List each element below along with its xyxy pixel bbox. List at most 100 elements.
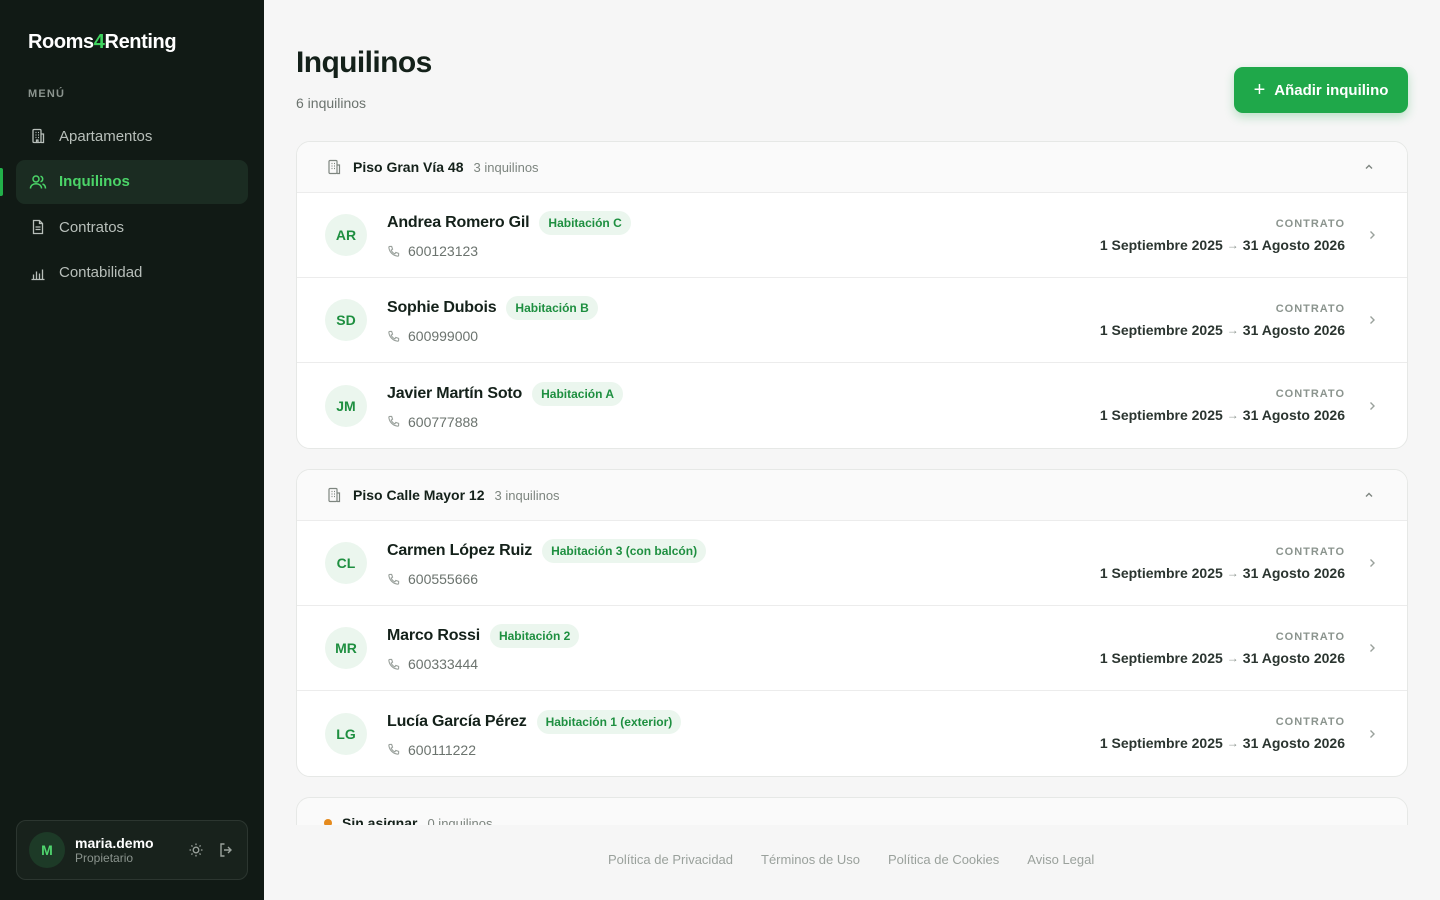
- tenant-groups-list: Piso Gran Vía 48 3 inquilinos AR Andrea …: [296, 141, 1408, 825]
- tenant-row[interactable]: AR Andrea Romero Gil Habitación C 600123…: [297, 193, 1407, 278]
- arrow-right-icon: →: [1226, 736, 1239, 750]
- sidebar-item-contratos[interactable]: Contratos: [16, 205, 248, 249]
- sidebar-item-label: Contabilidad: [59, 264, 143, 281]
- contract-label: CONTRATO: [1275, 716, 1345, 728]
- contract-info: CONTRATO 1 Septiembre 2025 → 31 Agosto 2…: [1100, 716, 1345, 751]
- chevron-right-icon[interactable]: [1365, 399, 1379, 413]
- contract-start: 1 Septiembre 2025: [1099, 735, 1223, 751]
- group-header[interactable]: Piso Calle Mayor 12 3 inquilinos: [297, 470, 1407, 521]
- theme-toggle-sun-icon[interactable]: [187, 841, 205, 859]
- avatar: AR: [325, 214, 367, 256]
- tenant-name: Carmen López Ruiz: [387, 542, 533, 559]
- tenant-name: Lucía García Pérez: [387, 712, 527, 730]
- room-badge: Habitación A: [532, 381, 624, 406]
- tenant-phone: 600999000: [408, 328, 479, 344]
- document-icon: [29, 218, 47, 236]
- contract-start: 1 Septiembre 2025: [1099, 564, 1223, 581]
- tenant-name: Andrea Romero Gil: [387, 214, 530, 231]
- contract-end: 31 Agosto 2026: [1242, 735, 1345, 751]
- contract-start: 1 Septiembre 2025: [1099, 321, 1223, 338]
- unassigned-group: Sin asignar 0 inquilinos: [296, 797, 1408, 825]
- room-badge: Habitación 2: [489, 624, 580, 648]
- tenant-row[interactable]: JM Javier Martín Soto Habitación A 60077…: [297, 363, 1407, 448]
- contract-info: CONTRATO 1 Septiembre 2025 → 31 Agosto 2…: [1100, 631, 1345, 666]
- sidebar-item-label: Apartamentos: [59, 127, 153, 145]
- chevron-right-icon[interactable]: [1365, 228, 1379, 242]
- chevron-up-icon[interactable]: [1361, 487, 1377, 503]
- group-header[interactable]: Sin asignar 0 inquilinos: [297, 798, 1407, 825]
- footer-link-legal[interactable]: Aviso Legal: [1027, 852, 1094, 867]
- menu-label: MENÚ: [28, 88, 66, 100]
- sidebar: Rooms4Renting MENÚ Apartamentos Inquilin…: [0, 0, 264, 900]
- avatar: SD: [325, 299, 367, 341]
- chevron-right-icon[interactable]: [1365, 556, 1379, 570]
- sidebar-nav: Apartamentos Inquilinos Contratos Contab…: [0, 114, 248, 296]
- tenant-total-count: 6 inquilinos: [296, 95, 367, 111]
- tenant-phone: 600123123: [408, 243, 479, 259]
- tenant-row[interactable]: CL Carmen López Ruiz Habitación 3 (con b…: [297, 521, 1407, 606]
- building-icon: [327, 159, 343, 175]
- contract-info: CONTRATO 1 Septiembre 2025 → 31 Agosto 2…: [1100, 303, 1345, 338]
- phone-icon: [387, 245, 400, 258]
- footer-link-terms[interactable]: Términos de Uso: [761, 852, 860, 867]
- arrow-right-icon: →: [1226, 408, 1239, 422]
- contract-label: CONTRATO: [1275, 302, 1345, 315]
- contract-start: 1 Septiembre 2025: [1099, 407, 1223, 423]
- plus-icon: +: [1253, 79, 1266, 101]
- user-card: M maria.demo Propietario: [16, 820, 248, 880]
- main-content: Inquilinos 6 inquilinos + Añadir inquili…: [264, 0, 1440, 900]
- arrow-right-icon: →: [1226, 322, 1239, 337]
- footer: Política de Privacidad Términos de Uso P…: [608, 852, 1094, 867]
- contract-label: CONTRATO: [1275, 630, 1345, 643]
- phone-icon: [387, 658, 400, 671]
- group-header[interactable]: Piso Gran Vía 48 3 inquilinos: [297, 142, 1407, 193]
- sidebar-item-label: Contratos: [59, 218, 125, 236]
- contract-start: 1 Septiembre 2025: [1099, 649, 1223, 666]
- footer-link-privacy[interactable]: Política de Privacidad: [608, 852, 733, 867]
- sidebar-item-inquilinos[interactable]: Inquilinos: [0, 159, 248, 204]
- tenant-phone: 600111222: [408, 741, 476, 758]
- tenant-row[interactable]: LG Lucía García Pérez Habitación 1 (exte…: [297, 691, 1407, 776]
- footer-link-cookies[interactable]: Política de Cookies: [888, 852, 999, 867]
- contract-end: 31 Agosto 2026: [1242, 564, 1345, 581]
- arrow-right-icon: →: [1226, 565, 1239, 580]
- tenant-phone: 600555666: [408, 571, 479, 587]
- tenant-row[interactable]: MR Marco Rossi Habitación 2 600333444 CO…: [297, 606, 1407, 691]
- contract-start: 1 Septiembre 2025: [1099, 236, 1223, 253]
- contract-label: CONTRATO: [1275, 217, 1345, 230]
- chevron-up-icon[interactable]: [1361, 159, 1377, 175]
- contract-end: 31 Agosto 2026: [1242, 407, 1345, 423]
- sidebar-item-apartamentos[interactable]: Apartamentos: [16, 114, 248, 158]
- arrow-right-icon: →: [1226, 237, 1239, 252]
- tenant-name: Javier Martín Soto: [387, 384, 523, 402]
- contract-info: CONTRATO 1 Septiembre 2025 → 31 Agosto 2…: [1100, 388, 1345, 423]
- logout-icon[interactable]: [217, 841, 235, 859]
- room-badge: Habitación 3 (con balcón): [542, 539, 707, 563]
- users-icon: [29, 173, 47, 191]
- chevron-right-icon[interactable]: [1365, 641, 1379, 655]
- status-dot: [324, 819, 332, 825]
- group-count: 3 inquilinos: [494, 487, 560, 503]
- brand-logo[interactable]: Rooms4Renting: [28, 31, 177, 54]
- user-role: Propietario: [75, 850, 134, 865]
- group-name: Piso Calle Mayor 12: [353, 487, 485, 503]
- property-group: Piso Calle Mayor 12 3 inquilinos CL Carm…: [296, 469, 1408, 777]
- sidebar-item-label: Inquilinos: [59, 173, 130, 190]
- room-badge: Habitación 1 (exterior): [536, 709, 682, 734]
- chevron-right-icon[interactable]: [1365, 313, 1379, 327]
- avatar: LG: [325, 712, 367, 755]
- avatar: CL: [325, 542, 367, 584]
- bar-chart-icon: [29, 264, 47, 282]
- contract-info: CONTRATO 1 Septiembre 2025 → 31 Agosto 2…: [1100, 218, 1345, 253]
- avatar[interactable]: M: [29, 832, 65, 868]
- sidebar-item-contabilidad[interactable]: Contabilidad: [16, 251, 248, 295]
- avatar: MR: [325, 627, 367, 669]
- contract-end: 31 Agosto 2026: [1242, 321, 1345, 338]
- avatar: JM: [325, 384, 367, 427]
- add-tenant-button[interactable]: + Añadir inquilino: [1234, 67, 1408, 113]
- phone-icon: [387, 330, 400, 343]
- chevron-right-icon[interactable]: [1365, 727, 1379, 741]
- group-name: Piso Gran Vía 48: [353, 159, 464, 175]
- tenant-phone: 600333444: [408, 656, 479, 672]
- tenant-row[interactable]: SD Sophie Dubois Habitación B 600999000 …: [297, 278, 1407, 363]
